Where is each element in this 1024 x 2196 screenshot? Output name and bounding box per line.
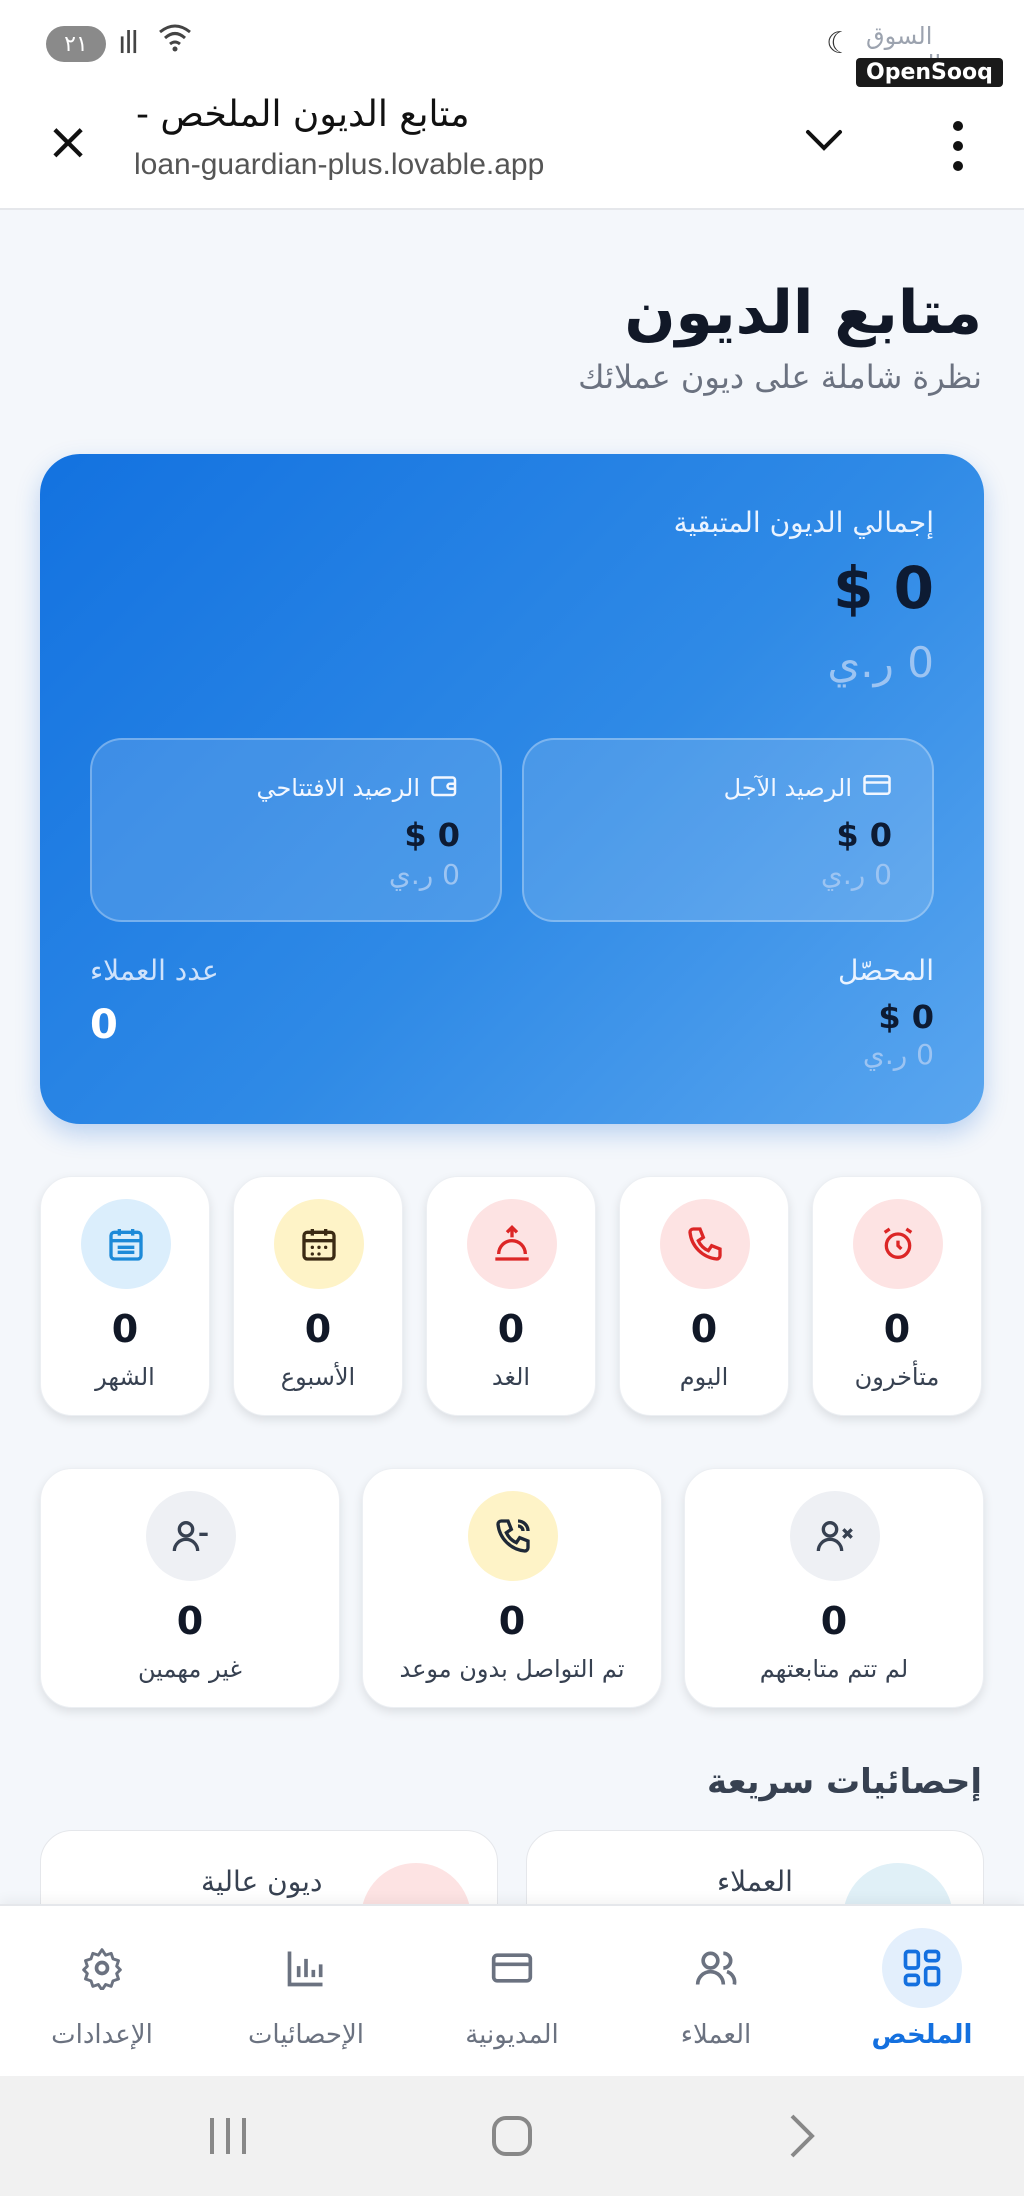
more-menu-icon[interactable]: [934, 116, 982, 176]
stat-overdue[interactable]: 0 متأخرون: [812, 1176, 982, 1416]
nav-settings[interactable]: الإعدادات: [0, 1906, 204, 2078]
stat-tomorrow-value: 0: [497, 1307, 525, 1351]
stat-today-label: اليوم: [679, 1363, 729, 1391]
phone-icon: [660, 1199, 750, 1289]
stat-week[interactable]: 0 الأسبوع: [233, 1176, 403, 1416]
opening-balance-amount: $ 0: [404, 816, 460, 854]
collected-label: المحصّل: [837, 954, 934, 987]
stat-today-value: 0: [690, 1307, 718, 1351]
stat-tomorrow[interactable]: 0 الغد: [426, 1176, 596, 1416]
nav-statistics-label: الإحصائيات: [247, 2020, 365, 2050]
bottom-nav: الملخص العملاء المديونية الإحصائيات الإع…: [0, 1904, 1024, 2076]
brand-logo: OpenSooq: [856, 58, 1003, 87]
page-title: متابع الديون: [624, 278, 982, 348]
quick-stat-high-debts-label: ديون عالية: [201, 1865, 323, 1898]
quick-stat-clients-label: العملاء: [717, 1865, 793, 1898]
credit-card-icon: [472, 1928, 552, 2008]
summary-card: إجمالي الديون المتبقية $ 0 0 ر.ي الرصيد …: [40, 454, 984, 1124]
stat-contacted-no-date[interactable]: 0 تم التواصل بدون موعد: [362, 1468, 662, 1708]
stat-today[interactable]: 0 اليوم: [619, 1176, 789, 1416]
deferred-balance-amount: $ 0: [836, 816, 892, 854]
phone-call-icon: [468, 1491, 558, 1581]
stat-contacted-no-date-value: 0: [498, 1599, 526, 1643]
stat-contacted-no-date-label: تم التواصل بدون موعد: [399, 1655, 625, 1683]
deferred-balance-header: الرصيد الآجل: [724, 770, 892, 806]
stat-week-value: 0: [304, 1307, 332, 1351]
wallet-icon: [430, 770, 460, 806]
calendar-week-icon: [274, 1199, 364, 1289]
nav-debts[interactable]: المديونية: [410, 1906, 614, 2078]
status-right: ☾ السوق المفتوح OpenSooq: [826, 22, 1006, 92]
total-debt-secondary: 0 ر.ي: [827, 638, 934, 687]
dashboard-icon: [882, 1928, 962, 2008]
total-debt-amount: $ 0: [833, 554, 934, 622]
stat-week-label: الأسبوع: [280, 1363, 356, 1391]
stat-not-followed-value: 0: [820, 1599, 848, 1643]
stat-month-value: 0: [111, 1307, 139, 1351]
stat-month[interactable]: 0 الشهر: [40, 1176, 210, 1416]
deferred-balance-card: الرصيد الآجل $ 0 0 ر.ي: [522, 738, 934, 922]
moon-icon: ☾: [826, 26, 853, 61]
deferred-balance-label: الرصيد الآجل: [723, 774, 852, 802]
system-nav: [0, 2076, 1024, 2196]
browser-url[interactable]: loan-guardian-plus.lovable.app: [134, 148, 544, 182]
user-minus-icon: [146, 1491, 236, 1581]
opening-balance-header: الرصيد الافتتاحي: [256, 770, 460, 806]
bar-chart-icon: [266, 1928, 346, 2008]
stat-overdue-label: متأخرون: [854, 1363, 940, 1391]
alarm-icon: [853, 1199, 943, 1289]
collected-secondary: 0 ر.ي: [862, 1038, 934, 1071]
page-subtitle: نظرة شاملة على ديون عملائك: [578, 358, 982, 396]
sunrise-icon: [467, 1199, 557, 1289]
nav-clients[interactable]: العملاء: [614, 1906, 818, 2078]
clients-count-label: عدد العملاء: [90, 954, 219, 987]
clients-count-value: 0: [90, 1002, 118, 1048]
status-pill: ٢١: [46, 26, 106, 62]
opening-balance-secondary: 0 ر.ي: [388, 858, 460, 891]
total-debt-label: إجمالي الديون المتبقية: [673, 506, 934, 539]
calendar-month-icon: [81, 1199, 171, 1289]
collected-amount: $ 0: [878, 998, 934, 1036]
nav-statistics[interactable]: الإحصائيات: [204, 1906, 408, 2078]
nav-summary-label: الملخص: [871, 2020, 973, 2050]
stat-not-important-label: غير مهمين: [138, 1655, 242, 1683]
stat-not-followed[interactable]: 0 لم تتم متابعتهم: [684, 1468, 984, 1708]
stat-tomorrow-label: الغد: [491, 1363, 531, 1391]
stat-not-followed-label: لم تتم متابعتهم: [759, 1655, 909, 1683]
status-bar: ٢١ ıll ☾ السوق المفتوح OpenSooq: [0, 0, 1024, 90]
back-icon[interactable]: [770, 2106, 830, 2166]
quick-stats-title: إحصائيات سريعة: [706, 1762, 982, 1802]
stat-overdue-value: 0: [883, 1307, 911, 1351]
nav-settings-label: الإعدادات: [51, 2020, 153, 2050]
wifi-icon: [158, 22, 192, 60]
stat-month-label: الشهر: [95, 1363, 155, 1391]
nav-summary[interactable]: الملخص: [820, 1906, 1024, 2078]
user-x-icon: [790, 1491, 880, 1581]
signal-icon: ıll: [118, 26, 139, 61]
nav-debts-label: المديونية: [465, 2020, 559, 2050]
users-icon: [676, 1928, 756, 2008]
recent-apps-icon[interactable]: [198, 2106, 258, 2166]
browser-page-title: متابع الديون الملخص -: [136, 94, 470, 135]
stat-not-important-value: 0: [176, 1599, 204, 1643]
nav-clients-label: العملاء: [680, 2020, 752, 2050]
opening-balance-label: الرصيد الافتتاحي: [256, 774, 420, 802]
home-icon[interactable]: [482, 2106, 542, 2166]
deferred-balance-secondary: 0 ر.ي: [820, 858, 892, 891]
browser-bar: × متابع الديون الملخص - loan-guardian-pl…: [0, 90, 1024, 210]
opening-balance-card: الرصيد الافتتاحي $ 0 0 ر.ي: [90, 738, 502, 922]
stat-not-important[interactable]: 0 غير مهمين: [40, 1468, 340, 1708]
chevron-down-icon[interactable]: [800, 116, 848, 164]
credit-card-icon: [862, 770, 892, 806]
close-icon[interactable]: ×: [40, 114, 96, 170]
gear-icon: [62, 1928, 142, 2008]
